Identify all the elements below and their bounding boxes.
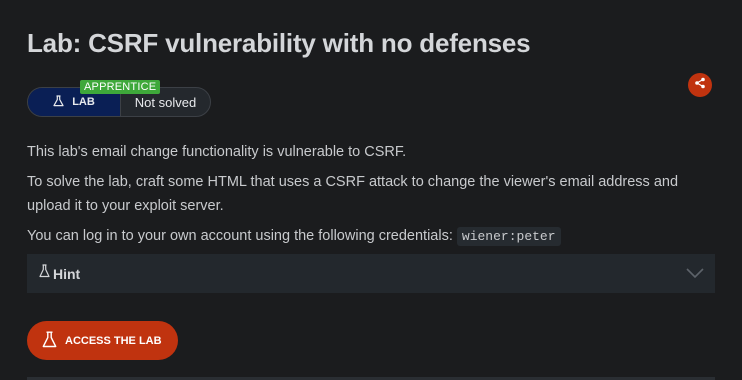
credentials-text: You can log in to your own account using… [27,228,457,244]
description-paragraph-3: You can log in to your own account using… [27,224,561,249]
level-badge: APPRENTICE [80,80,161,94]
flask-icon [53,94,64,110]
share-button[interactable] [688,73,712,97]
page-title: Lab: CSRF vulnerability with no defenses [27,28,531,58]
lab-type-label: LAB [72,96,95,108]
share-icon [694,76,706,94]
lab-status-widget: LAB Not solved APPRENTICE [27,80,211,117]
solved-status-label: Not solved [134,94,197,110]
lab-page: Lab: CSRF vulnerability with no defenses… [0,0,742,380]
chevron-down-icon[interactable] [685,266,705,284]
access-lab-label: ACCESS THE LAB [65,334,162,347]
access-lab-button[interactable]: ACCESS THE LAB [27,321,178,360]
hint-accordion[interactable]: Hint [27,254,715,293]
hint-label: Hint [53,265,81,282]
flask-icon [42,331,57,351]
description-paragraph-2: To solve the lab, craft some HTML that u… [27,174,679,214]
flask-icon [39,264,50,283]
description-paragraph-1: This lab's email change functionality is… [27,144,407,160]
credentials-code: wiener:peter [456,227,561,246]
